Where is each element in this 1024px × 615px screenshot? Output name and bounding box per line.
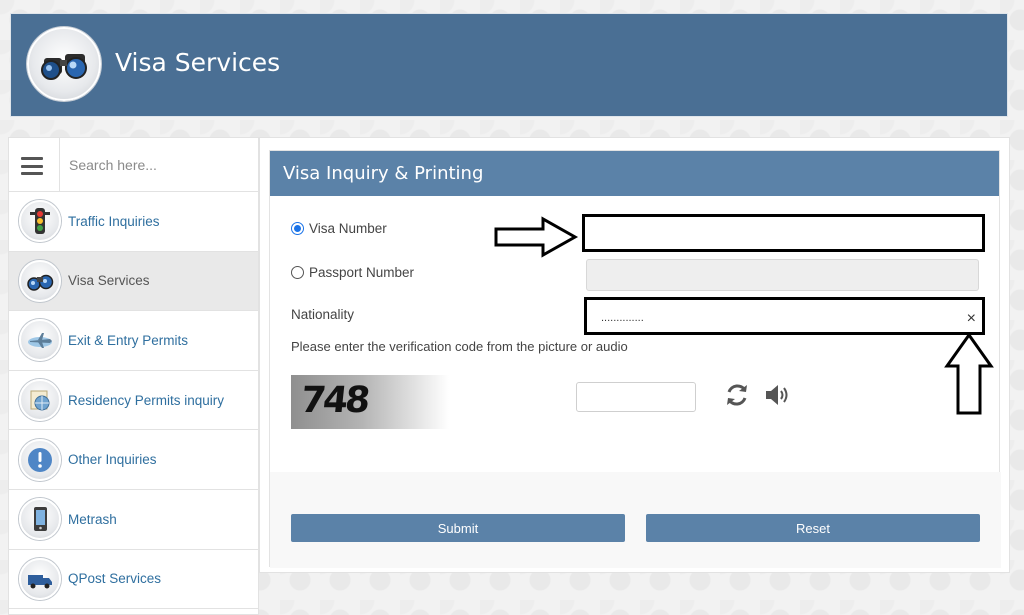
phone-icon — [19, 498, 61, 541]
sidebar-item-label: Exit & Entry Permits — [68, 332, 189, 348]
sidebar-search-row — [9, 138, 258, 192]
nationality-select[interactable]: .............. × — [584, 297, 985, 335]
sidebar-item-qpost-services[interactable]: QPost Services — [9, 550, 258, 610]
captcha-image: 748 — [291, 375, 449, 429]
panel-title: Visa Inquiry & Printing — [270, 151, 999, 196]
sidebar-item-exit-entry-permits[interactable]: Exit & Entry Permits — [9, 311, 258, 371]
clear-selection-icon[interactable]: × — [967, 310, 976, 328]
page-header: Visa Services — [10, 13, 1008, 117]
hamburger-menu-icon[interactable] — [21, 157, 43, 175]
reset-button[interactable]: Reset — [646, 514, 980, 542]
annotation-arrow-right-icon — [494, 216, 579, 258]
sidebar-item-label: QPost Services — [68, 571, 162, 587]
sidebar-item-label: Metrash — [68, 511, 117, 527]
annotation-arrow-up-icon — [944, 332, 994, 415]
visa-number-option[interactable]: Visa Number — [291, 221, 387, 236]
form-actions: Submit Reset — [270, 472, 1001, 568]
captcha-input[interactable] — [576, 382, 696, 412]
search-divider — [59, 138, 60, 192]
sidebar-item-traffic-inquiries[interactable]: Traffic Inquiries — [9, 192, 258, 252]
traffic-light-icon — [19, 200, 61, 243]
visa-inquiry-panel: Visa Inquiry & Printing Visa Number Pass… — [269, 150, 1001, 568]
nationality-value: .............. — [601, 312, 644, 324]
sidebar-item-visa-services[interactable]: Visa Services — [9, 251, 258, 312]
nationality-label: Nationality — [291, 307, 355, 322]
sidebar-item-other-inquiries[interactable]: Other Inquiries — [9, 430, 258, 490]
sidebar-item-label: Residency Permits inquiry — [68, 392, 225, 408]
document-globe-icon — [19, 379, 61, 422]
sidebar-item-residency-permits-inquiry[interactable]: Residency Permits inquiry — [9, 371, 258, 431]
airplane-icon — [19, 319, 61, 362]
passport-number-label: Passport Number — [309, 265, 415, 280]
search-input[interactable] — [69, 152, 249, 178]
delivery-truck-icon — [19, 557, 61, 600]
submit-button[interactable]: Submit — [291, 514, 625, 542]
sidebar-item-label: Other Inquiries — [68, 452, 157, 468]
sidebar-item-label: Traffic Inquiries — [68, 213, 160, 229]
audio-captcha-icon[interactable] — [763, 382, 791, 408]
sidebar: Traffic Inquiries Visa Services Exit & E… — [8, 137, 259, 615]
passport-number-radio[interactable] — [291, 266, 304, 279]
passport-number-input[interactable] — [586, 259, 979, 291]
visa-number-radio[interactable] — [291, 222, 304, 235]
exclamation-icon — [19, 438, 61, 481]
verification-instructions: Please enter the verification code from … — [291, 339, 628, 354]
binoculars-icon — [19, 259, 61, 302]
passport-number-option[interactable]: Passport Number — [291, 265, 414, 280]
sidebar-item-label: Visa Services — [68, 273, 150, 289]
binoculars-logo-icon — [27, 27, 101, 101]
page-title: Visa Services — [115, 48, 281, 77]
captcha-code: 748 — [298, 380, 370, 421]
form-body: Visa Number Passport Number Nationality … — [270, 196, 999, 472]
refresh-captcha-icon[interactable] — [723, 381, 751, 409]
visa-number-input[interactable] — [582, 214, 985, 252]
visa-number-label: Visa Number — [309, 221, 387, 236]
sidebar-item-metrash[interactable]: Metrash — [9, 490, 258, 550]
